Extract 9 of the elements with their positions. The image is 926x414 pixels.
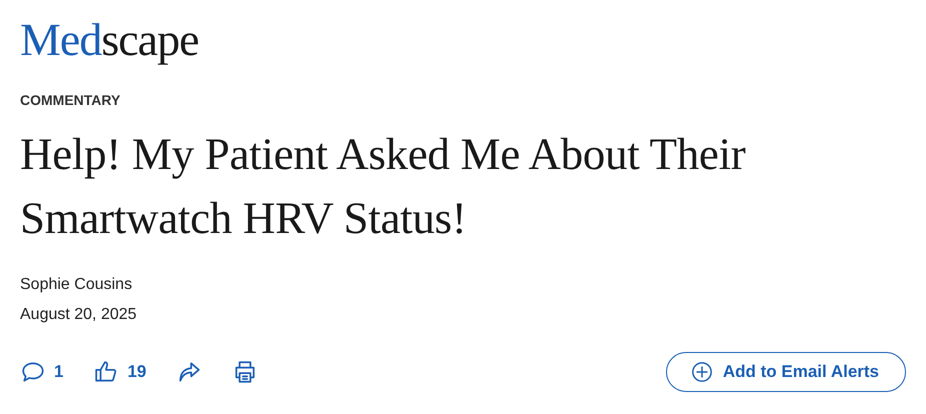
logo[interactable]: Medscape [20, 14, 198, 66]
author-name: Sophie Cousins [20, 276, 132, 294]
category-label: COMMENTARY [20, 92, 120, 108]
likes-button[interactable]: 19 [93, 359, 146, 385]
comments-button[interactable]: 1 [20, 359, 64, 385]
email-alerts-button[interactable]: Add to Email Alerts [666, 352, 906, 392]
article-headline: Help! My Patient Asked Me About Their Smartwatch HRV Status! [20, 128, 746, 245]
plus-circle-icon [690, 361, 713, 383]
publish-date: August 20, 2025 [20, 306, 137, 324]
